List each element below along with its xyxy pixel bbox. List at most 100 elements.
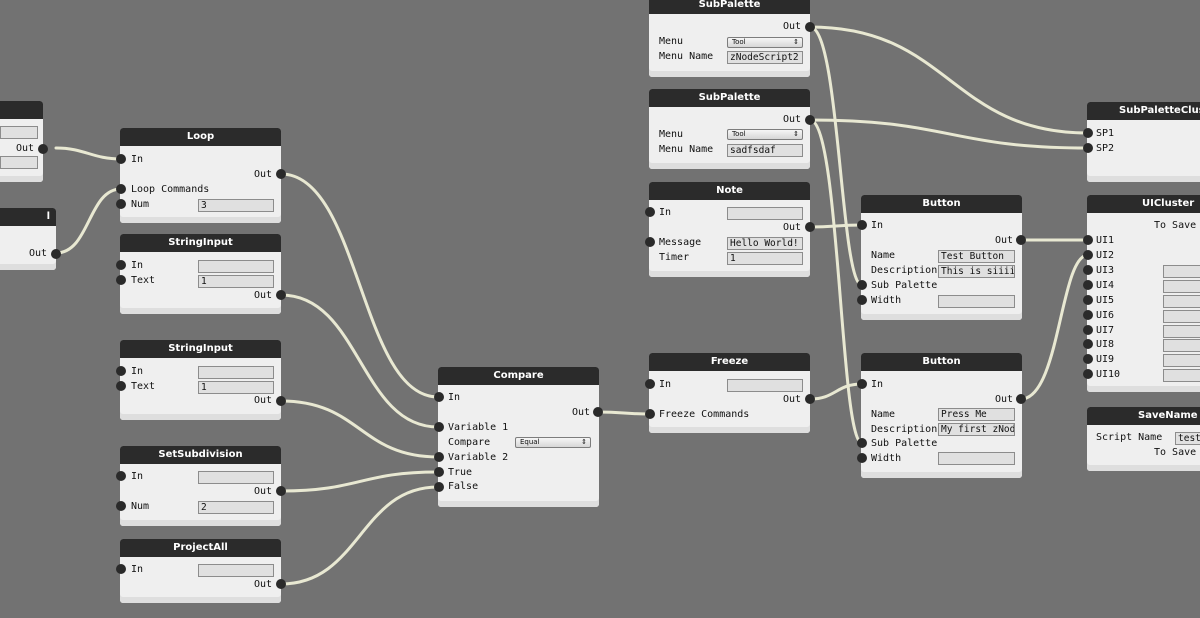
in-field[interactable]	[198, 366, 274, 379]
variable-2-port[interactable]	[434, 452, 444, 462]
node-header[interactable]: SubPalette	[649, 0, 810, 14]
in-port[interactable]	[645, 379, 655, 389]
ui7-port[interactable]	[1083, 325, 1093, 335]
node-header[interactable]: SaveName	[1087, 407, 1200, 425]
in-field[interactable]	[727, 207, 803, 220]
in-port[interactable]	[116, 471, 126, 481]
out-port[interactable]	[805, 22, 815, 32]
node-compare[interactable]: Compare In Out Variable 1 Compare Equal ⇕…	[434, 367, 603, 507]
out-port[interactable]	[51, 249, 61, 259]
input-field[interactable]	[0, 126, 38, 139]
out-port[interactable]	[38, 144, 48, 154]
loop-commands-port[interactable]	[116, 184, 126, 194]
node-note[interactable]: Note In Out Message Hello World! Timer 1	[645, 182, 815, 277]
out-port[interactable]	[805, 394, 815, 404]
out-port[interactable]	[1016, 394, 1026, 404]
partial-node-top[interactable]: Out	[0, 101, 48, 182]
in-port[interactable]	[645, 207, 655, 217]
width-field[interactable]	[938, 295, 1015, 308]
in-port[interactable]	[857, 220, 867, 230]
node-subpalette[interactable]: SubPalette Out Menu Tool ⇕ Menu Name sadf…	[649, 89, 815, 169]
node-savename[interactable]: SaveName Script Name test12 To Save T	[1087, 407, 1200, 471]
sub-palette-port[interactable]	[857, 438, 867, 448]
node-button[interactable]: Button In Out Name Press Me Description …	[857, 353, 1026, 478]
ui6-port[interactable]	[1083, 310, 1093, 320]
out-port[interactable]	[276, 579, 286, 589]
in-port[interactable]	[857, 379, 867, 389]
in-field[interactable]	[727, 379, 803, 392]
sp1-port[interactable]	[1083, 128, 1093, 138]
text-port[interactable]	[116, 381, 126, 391]
message-field[interactable]: Hello World!	[727, 237, 803, 250]
node-header[interactable]: StringInput	[120, 234, 281, 252]
node-header[interactable]: l	[0, 208, 56, 226]
in-port[interactable]	[116, 564, 126, 574]
text-field[interactable]: 1	[198, 275, 274, 288]
ui2-port[interactable]	[1083, 250, 1093, 260]
message-port[interactable]	[645, 237, 655, 247]
freeze-commands-port[interactable]	[645, 409, 655, 419]
node-header[interactable]: Loop	[120, 128, 281, 146]
node-header[interactable]: Note	[649, 182, 810, 200]
ui7-field[interactable]	[1163, 325, 1200, 338]
ui3-field[interactable]	[1163, 265, 1200, 278]
text-port[interactable]	[116, 275, 126, 285]
node-button[interactable]: Button In Out Name Test Button Descripti…	[857, 195, 1026, 320]
out-port[interactable]	[805, 115, 815, 125]
node-header[interactable]: SubPalette	[649, 89, 810, 107]
menu-dropdown[interactable]: Tool ⇕	[727, 37, 803, 48]
partial-node-mid[interactable]: l Out	[0, 208, 61, 270]
out-port[interactable]	[593, 407, 603, 417]
in-port[interactable]	[116, 366, 126, 376]
in-field[interactable]	[198, 564, 274, 577]
sub-palette-port[interactable]	[857, 280, 867, 290]
num-port[interactable]	[116, 199, 126, 209]
out-port[interactable]	[1016, 235, 1026, 245]
menu-name-field[interactable]: sadfsdaf	[727, 144, 803, 157]
timer-field[interactable]: 1	[727, 252, 803, 265]
description-field[interactable]: My first zNode	[938, 423, 1015, 436]
variable-1-port[interactable]	[434, 422, 444, 432]
description-field[interactable]: This is siiiiick	[938, 265, 1015, 278]
node-projectall[interactable]: ProjectAll In Out	[116, 539, 286, 603]
width-field[interactable]	[938, 452, 1015, 465]
name-field[interactable]: Test Button	[938, 250, 1015, 263]
ui1-port[interactable]	[1083, 235, 1093, 245]
compare-dropdown[interactable]: Equal ⇕	[515, 437, 591, 448]
node-header[interactable]: SubPaletteClust	[1087, 102, 1200, 120]
node-header[interactable]: Button	[861, 353, 1022, 371]
ui3-port[interactable]	[1083, 265, 1093, 275]
sp2-port[interactable]	[1083, 143, 1093, 153]
script-name-field[interactable]: test12	[1175, 432, 1200, 445]
out-port[interactable]	[276, 290, 286, 300]
ui9-field[interactable]	[1163, 354, 1200, 367]
in-port[interactable]	[434, 392, 444, 402]
ui8-port[interactable]	[1083, 339, 1093, 349]
node-header[interactable]	[0, 101, 43, 119]
node-uicluster[interactable]: UICluster To Save T UI1 UI2 UI3 UI4 UI5 …	[1083, 195, 1200, 392]
node-loop[interactable]: Loop In Out Loop Commands Num 3	[116, 128, 286, 223]
ui10-field[interactable]	[1163, 369, 1200, 382]
name-field[interactable]: Press Me	[938, 408, 1015, 421]
num-port[interactable]	[116, 501, 126, 511]
width-port[interactable]	[857, 453, 867, 463]
out-port[interactable]	[276, 396, 286, 406]
node-header[interactable]: Button	[861, 195, 1022, 213]
menu-name-field[interactable]: zNodeScript2	[727, 51, 803, 64]
node-freeze[interactable]: Freeze In Out Freeze Commands	[645, 353, 815, 433]
ui5-port[interactable]	[1083, 295, 1093, 305]
node-stringinput[interactable]: StringInput In Text 1 Out	[116, 234, 286, 314]
in-port[interactable]	[116, 260, 126, 270]
ui4-field[interactable]	[1163, 280, 1200, 293]
ui9-port[interactable]	[1083, 354, 1093, 364]
true-port[interactable]	[434, 467, 444, 477]
node-header[interactable]: SetSubdivision	[120, 446, 281, 464]
out-port[interactable]	[276, 486, 286, 496]
node-header[interactable]: UICluster	[1087, 195, 1200, 213]
node-header[interactable]: Compare	[438, 367, 599, 385]
ui5-field[interactable]	[1163, 295, 1200, 308]
in-port[interactable]	[116, 154, 126, 164]
out-port[interactable]	[276, 169, 286, 179]
ui8-field[interactable]	[1163, 339, 1200, 352]
node-setsubdivision[interactable]: SetSubdivision In Out Num 2	[116, 446, 286, 526]
